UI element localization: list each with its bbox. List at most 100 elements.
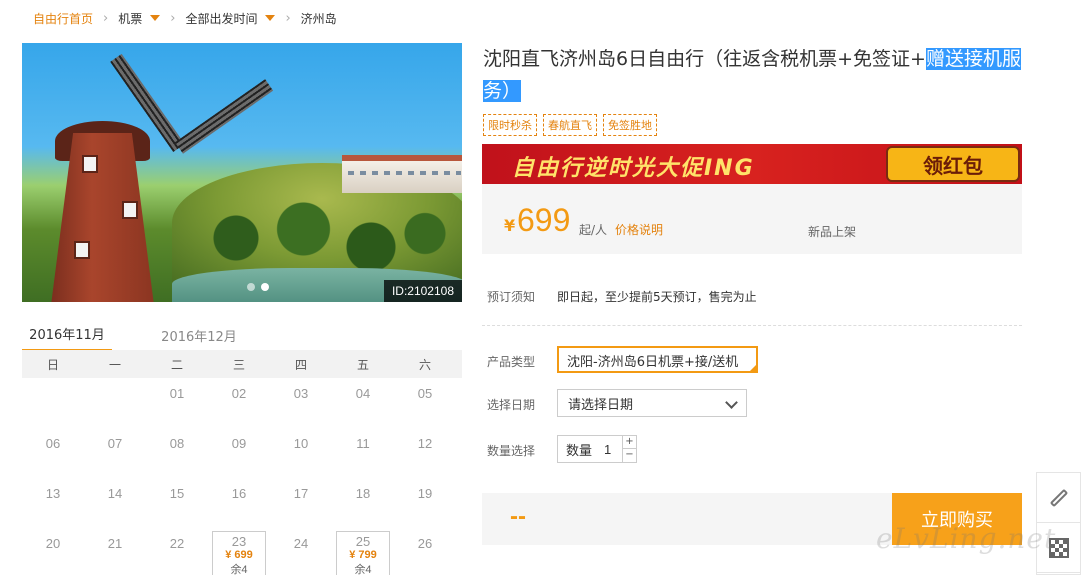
chevron-right-icon: › bbox=[103, 10, 109, 26]
product-title: 沈阳直飞济州岛6日自由行（往返含税机票+免签证+赠送接机服务） bbox=[483, 43, 1028, 107]
booking-notice-value: 即日起，至少提前5天预订，售完为止 bbox=[557, 290, 757, 304]
booking-notice-label: 预订须知 bbox=[487, 290, 536, 304]
get-red-packet-button[interactable]: 领红包 bbox=[886, 146, 1020, 182]
increment-button[interactable]: + bbox=[623, 436, 636, 449]
product-tags: 限时秒杀 春航直飞 免签胜地 bbox=[483, 114, 657, 136]
calendar-day: 06 bbox=[45, 436, 61, 451]
quantity-stepper[interactable]: 数量 1 + − bbox=[557, 435, 637, 463]
product-title-main: 沈阳直飞济州岛6日自由行（往返含税机票+免签证+ bbox=[483, 48, 926, 70]
calendar-day: 07 bbox=[107, 436, 123, 451]
calendar-day bbox=[84, 378, 146, 428]
calendar-day: 14 bbox=[107, 486, 123, 501]
calendar-day: 16 bbox=[231, 486, 247, 501]
calendar-day: 12 bbox=[417, 436, 433, 451]
calendar-day: 10 bbox=[293, 436, 309, 451]
calendar-day-remaining: 余4 bbox=[354, 564, 372, 575]
windmill-window-shape bbox=[74, 241, 90, 259]
promo-banner[interactable]: 自由行逆时光大促ING 领红包 bbox=[482, 144, 1022, 184]
calendar-day: 22 bbox=[169, 536, 185, 551]
tab-month-dec[interactable]: 2016年12月 bbox=[154, 318, 244, 352]
chevron-down-icon bbox=[725, 396, 738, 409]
tag-flash-sale: 限时秒杀 bbox=[483, 114, 537, 136]
new-product-label: 新品上架 bbox=[808, 225, 857, 239]
caret-down-icon[interactable] bbox=[265, 15, 276, 21]
caret-down-icon[interactable] bbox=[150, 15, 161, 21]
select-date-label: 选择日期 bbox=[487, 398, 536, 412]
price-explanation-link[interactable]: 价格说明 bbox=[615, 221, 663, 238]
breadcrumb-departure-time[interactable]: 全部出发时间 bbox=[185, 10, 257, 27]
price-unit: 起/人 bbox=[579, 223, 608, 237]
calendar-day: 01 bbox=[169, 386, 185, 401]
chevron-right-icon: › bbox=[170, 10, 176, 26]
price-amount: 699 bbox=[517, 202, 571, 238]
calendar-day-available[interactable]: 23 ¥ 699 余4 bbox=[212, 531, 266, 575]
weekday-header: 六 bbox=[418, 357, 431, 372]
weekday-header: 三 bbox=[232, 357, 245, 372]
promo-banner-text: 自由行逆时光大促ING bbox=[512, 156, 755, 181]
calendar-day: 13 bbox=[45, 486, 61, 501]
product-hero-image[interactable]: ID:2102108 bbox=[22, 43, 462, 302]
calendar-day-price: ¥ 799 bbox=[349, 549, 377, 561]
calendar-day: 09 bbox=[231, 436, 247, 451]
calendar-day-price: ¥ 699 bbox=[225, 549, 253, 561]
carousel-dots[interactable] bbox=[247, 283, 269, 291]
calendar-day-number: 23 bbox=[231, 534, 247, 549]
calendar-day bbox=[22, 378, 84, 428]
weekday-header: 四 bbox=[294, 357, 307, 372]
decrement-button[interactable]: − bbox=[623, 449, 636, 462]
hotel-building-shape bbox=[342, 155, 462, 193]
calendar-weekday-header: 日一二三四五六 bbox=[22, 350, 462, 378]
quantity-inner-label: 数量 bbox=[566, 443, 593, 459]
calendar-day: 11 bbox=[356, 436, 370, 451]
calendar-day: 24 bbox=[293, 536, 309, 551]
calendar-day: 03 bbox=[293, 386, 309, 401]
chevron-right-icon: › bbox=[285, 10, 291, 26]
breadcrumb-flight-link[interactable]: 机票 bbox=[118, 10, 142, 27]
date-select[interactable]: 请选择日期 bbox=[557, 389, 747, 417]
currency-symbol: ¥ bbox=[504, 216, 516, 235]
calendar-day-number: 25 bbox=[355, 534, 371, 549]
calendar-day: 19 bbox=[417, 486, 433, 501]
calendar-day: 02 bbox=[231, 386, 247, 401]
calendar-day: 17 bbox=[293, 486, 309, 501]
calendar-day: 15 bbox=[169, 486, 185, 501]
carousel-dot-active[interactable] bbox=[261, 283, 269, 291]
weekday-header: 二 bbox=[170, 357, 183, 372]
tab-month-nov[interactable]: 2016年11月 bbox=[22, 318, 112, 352]
carousel-dot[interactable] bbox=[247, 283, 255, 291]
calendar-day: 05 bbox=[417, 386, 433, 401]
pencil-icon bbox=[1049, 488, 1068, 507]
windmill-window-shape bbox=[122, 201, 138, 219]
quantity-steps: + − bbox=[622, 436, 636, 462]
weekday-header: 一 bbox=[108, 357, 121, 372]
breadcrumb-destination: 济州岛 bbox=[300, 11, 337, 26]
calendar-day: 26 bbox=[417, 536, 433, 551]
tag-visa-free: 免签胜地 bbox=[603, 114, 657, 136]
calendar-day: 21 bbox=[107, 536, 123, 551]
feedback-tool[interactable] bbox=[1037, 473, 1080, 523]
calendar-day: 08 bbox=[169, 436, 185, 451]
product-type-label: 产品类型 bbox=[487, 355, 536, 369]
calendar-day-remaining: 余4 bbox=[230, 564, 248, 575]
breadcrumb-home-link[interactable]: 自由行首页 bbox=[33, 10, 93, 27]
weekday-header: 日 bbox=[46, 357, 59, 372]
calendar-day: 04 bbox=[355, 386, 371, 401]
weekday-header: 五 bbox=[356, 357, 369, 372]
divider bbox=[482, 325, 1022, 326]
product-id-tag: ID:2102108 bbox=[383, 280, 462, 302]
tag-spring-direct: 春航直飞 bbox=[543, 114, 597, 136]
calendar-day: 18 bbox=[355, 486, 371, 501]
calendar-grid: 01 02 03 04 05 06 07 08 09 10 11 12 13 14 15 16 17 18 19 20… bbox=[22, 378, 462, 575]
price-box: ¥ 699 起/人 价格说明 新品上架 bbox=[482, 184, 1022, 254]
month-tabs: 2016年11月 2016年12月 bbox=[22, 318, 462, 352]
windmill-blade-shape bbox=[174, 79, 274, 154]
calendar: 日 一 二 三 四 五 六 01 02 03 04 05 06 07 08 09 10 11 12 13 14 15 16… bbox=[22, 350, 462, 575]
breadcrumb: 自由行首页 › 机票 › 全部出发时间 › 济州岛 bbox=[33, 9, 337, 27]
calendar-day: 20 bbox=[45, 536, 61, 551]
windmill-window-shape bbox=[82, 155, 98, 173]
product-type-option[interactable]: 沈阳-济州岛6日机票+接/送机 bbox=[557, 346, 758, 373]
watermark: eLvLing.net bbox=[876, 522, 1057, 555]
calendar-day-available[interactable]: 25 ¥ 799 余4 bbox=[336, 531, 390, 575]
date-select-value: 请选择日期 bbox=[568, 398, 634, 413]
total-price: -- bbox=[510, 503, 526, 530]
